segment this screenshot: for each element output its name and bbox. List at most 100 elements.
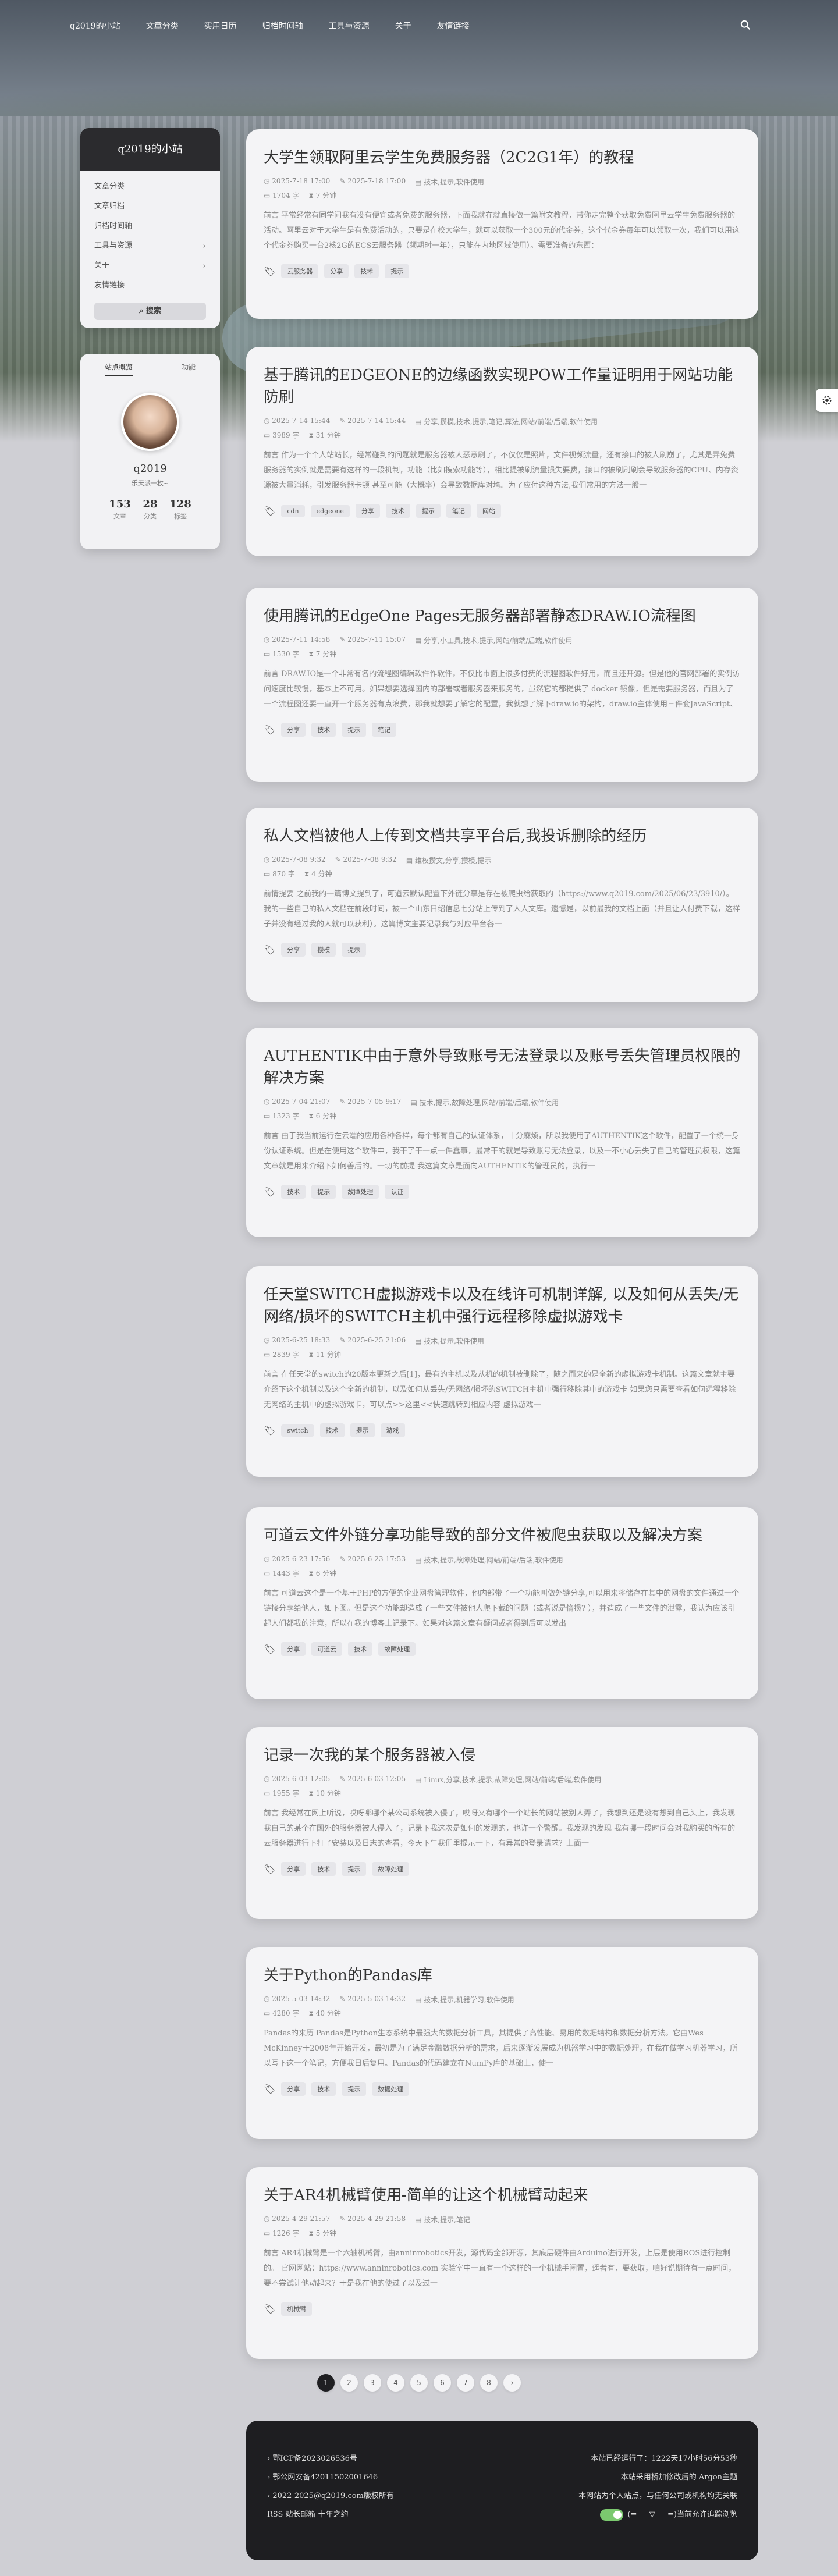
profile-card: 站点概览 功能 q2019 乐天派一枚~ 153 文章 28 分类 128 标签: [80, 354, 220, 549]
tag[interactable]: 笔记: [372, 723, 397, 737]
post-categories[interactable]: ▤ 技术,提示,软件使用: [415, 177, 484, 187]
tag[interactable]: 笔记: [446, 504, 471, 518]
sidebar-item-about[interactable]: 关于 ›: [94, 256, 206, 276]
post-title[interactable]: 大学生领取阿里云学生免费服务器（2C2G1年）的教程: [264, 147, 741, 169]
tag[interactable]: cdn: [281, 504, 305, 517]
tag[interactable]: 提示: [342, 2082, 367, 2096]
footer-links[interactable]: RSS 站长邮箱 十年之约: [267, 2506, 394, 2524]
page-button[interactable]: 8: [480, 2374, 498, 2392]
post-stats: ▭ 2839 字 ⧗ 11 分钟: [264, 1349, 741, 1359]
tag[interactable]: 数据处理: [372, 2082, 410, 2096]
tag[interactable]: 技术: [311, 1862, 336, 1876]
tag[interactable]: 提示: [342, 1862, 367, 1876]
tag[interactable]: 故障处理: [372, 1862, 410, 1876]
tag[interactable]: 提示: [385, 264, 410, 278]
tag-icon: 🏷: [264, 724, 276, 736]
page-button[interactable]: 2: [340, 2374, 358, 2392]
post-card: 基于腾讯的EDGEONE的边缘函数实现POW工作量证明用于网站功能防刷 ◷ 20…: [246, 347, 758, 556]
tag[interactable]: 分享: [281, 1642, 306, 1656]
tag[interactable]: 分享: [355, 504, 380, 518]
tag[interactable]: 技术: [348, 1642, 373, 1656]
post-categories[interactable]: ▤ 技术,提示,软件使用: [415, 1336, 484, 1346]
post-categories[interactable]: ▤ 技术,提示,机器学习,软件使用: [415, 1995, 514, 2005]
tag[interactable]: 云服务器: [281, 264, 319, 278]
post-categories[interactable]: ▤ 技术,提示,笔记: [415, 2215, 470, 2225]
post-categories[interactable]: ▤ 分享,攒模,技术,提示,笔记,算法,网站/前端/后端,软件使用: [415, 417, 598, 427]
page-button[interactable]: 4: [387, 2374, 404, 2392]
tag[interactable]: 故障处理: [342, 1185, 379, 1199]
tag[interactable]: 认证: [385, 1185, 410, 1199]
tag[interactable]: 技术: [281, 1185, 306, 1199]
page-button[interactable]: 1: [317, 2374, 335, 2392]
nav-item-timeline[interactable]: 归档时间轴: [262, 20, 303, 31]
stat-posts[interactable]: 153 文章: [105, 498, 135, 521]
sidebar-item-archive[interactable]: 文章归档: [94, 197, 206, 216]
post-title[interactable]: 使用腾讯的EdgeOne Pages无服务器部署静态DRAW.IO流程图: [264, 605, 741, 627]
nav-item-about[interactable]: 关于: [395, 20, 411, 31]
post-categories[interactable]: ▤ 分享,小工具,技术,提示,网站/前端/后端,软件使用: [415, 635, 572, 645]
tag[interactable]: 技术: [319, 1423, 345, 1437]
post-title[interactable]: 记录一次我的某个服务器被入侵: [264, 1744, 741, 1767]
tag[interactable]: 故障处理: [378, 1642, 416, 1656]
sidebar-item-links[interactable]: 友情链接: [94, 276, 206, 296]
stat-categories[interactable]: 28 分类: [135, 498, 165, 521]
tag[interactable]: switch: [281, 1424, 314, 1437]
post-title[interactable]: 任天堂SWITCH虚拟游戏卡以及在线许可机制详解, 以及如何从丢失/无网络/损坏…: [264, 1284, 741, 1328]
sidebar-item-categories[interactable]: 文章分类: [94, 177, 206, 197]
tag[interactable]: 攒模: [311, 943, 336, 957]
tag[interactable]: 提示: [350, 1423, 375, 1437]
post-title[interactable]: AUTHENTIK中由于意外导致账号无法登录以及账号丢失管理员权限的解决方案: [264, 1045, 741, 1089]
page-button[interactable]: 5: [410, 2374, 428, 2392]
tag[interactable]: edgeone: [310, 504, 350, 517]
post-title[interactable]: 可道云文件外链分享功能导致的部分文件被爬虫获取以及解决方案: [264, 1525, 741, 1547]
post-categories[interactable]: ▤ 维权攒文,分享,攒模,提示: [406, 855, 492, 865]
nav-site-name[interactable]: q2019的小站: [70, 20, 120, 31]
tag[interactable]: 网站: [476, 504, 501, 518]
footer-police[interactable]: › 鄂公网安备42011502001646: [267, 2468, 394, 2487]
sidebar-item-tools[interactable]: 工具与资源 ›: [94, 236, 206, 256]
tag[interactable]: 分享: [281, 723, 306, 737]
nav-item-categories[interactable]: 文章分类: [146, 20, 179, 31]
tab-features[interactable]: 功能: [182, 362, 196, 376]
tag[interactable]: 提示: [311, 1185, 336, 1199]
sidebar-search-button[interactable]: ⌕ 搜索: [94, 303, 206, 320]
page-button[interactable]: 6: [434, 2374, 451, 2392]
post-title[interactable]: 私人文档被他人上传到文档共享平台后,我投诉删除的经历: [264, 825, 741, 847]
next-page-button[interactable]: ›: [503, 2374, 521, 2392]
created-date: ◷ 2025-4-29 21:57: [264, 2215, 331, 2223]
nav-item-tools[interactable]: 工具与资源: [329, 20, 370, 31]
post-categories[interactable]: ▤ 技术,提示,故障处理,网站/前端/后端,软件使用: [415, 1555, 563, 1565]
tag[interactable]: 分享: [281, 1862, 306, 1876]
tracking-toggle[interactable]: [599, 2509, 623, 2521]
nav-item-calendar[interactable]: 实用日历: [204, 20, 237, 31]
settings-button[interactable]: [816, 389, 838, 412]
tag[interactable]: 技术: [385, 504, 410, 518]
post-title[interactable]: 关于AR4机械臂使用-简单的让这个机械臂动起来: [264, 2184, 741, 2207]
page-button[interactable]: 7: [457, 2374, 474, 2392]
stat-tags[interactable]: 128 标签: [165, 498, 196, 521]
sidebar-item-timeline[interactable]: 归档时间轴: [94, 216, 206, 236]
tag[interactable]: 可道云: [311, 1642, 343, 1656]
post-title[interactable]: 基于腾讯的EDGEONE的边缘函数实现POW工作量证明用于网站功能防刷: [264, 364, 741, 408]
tag[interactable]: 机械臂: [281, 2302, 313, 2316]
tag[interactable]: 提示: [416, 504, 441, 518]
tag[interactable]: 游戏: [380, 1423, 405, 1437]
page-button[interactable]: 3: [364, 2374, 381, 2392]
post-title[interactable]: 关于Python的Pandas库: [264, 1964, 741, 1987]
tab-overview[interactable]: 站点概览: [104, 362, 133, 376]
tag[interactable]: 分享: [281, 2082, 306, 2096]
post-categories[interactable]: ▤ Linux,分享,技术,提示,故障处理,网站/前端/后端,软件使用: [415, 1775, 601, 1785]
search-icon[interactable]: [740, 20, 751, 30]
tag[interactable]: 提示: [342, 943, 367, 957]
tag[interactable]: 技术: [311, 723, 336, 737]
tag[interactable]: 分享: [281, 943, 306, 957]
post-categories[interactable]: ▤ 技术,提示,故障处理,网站/前端/后端,软件使用: [410, 1097, 559, 1107]
footer-icp[interactable]: › 鄂ICP备2023026536号: [267, 2450, 394, 2468]
tag[interactable]: 技术: [354, 264, 379, 278]
profile-stats: 153 文章 28 分类 128 标签: [80, 498, 220, 521]
tag[interactable]: 技术: [311, 2082, 336, 2096]
created-date: ◷ 2025-7-11 14:58: [264, 635, 331, 644]
nav-item-links[interactable]: 友情链接: [437, 20, 470, 31]
tag[interactable]: 提示: [342, 723, 367, 737]
tag[interactable]: 分享: [324, 264, 349, 278]
